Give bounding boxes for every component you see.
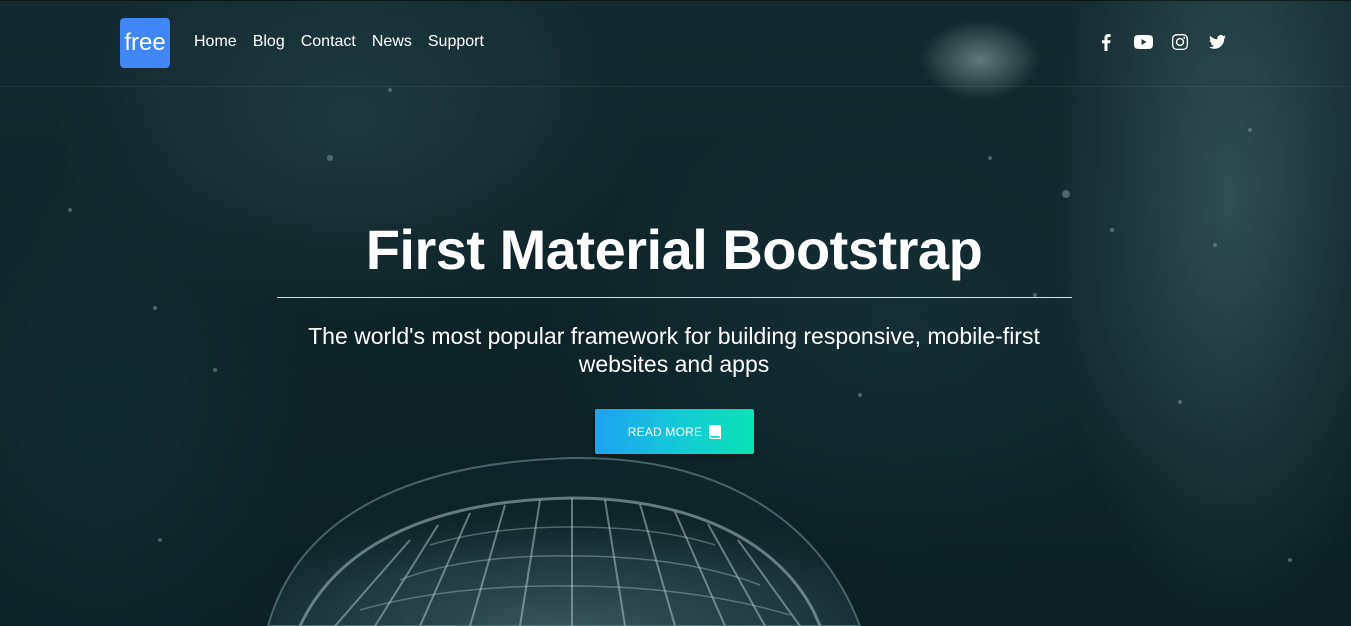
book-icon	[709, 424, 722, 439]
hero-divider	[277, 297, 1072, 298]
hero-title: First Material Bootstrap	[365, 218, 983, 281]
read-more-button[interactable]: READ MORE	[595, 409, 754, 454]
hero-subtitle: The world's most popular framework for b…	[308, 323, 1040, 377]
read-more-label: READ MORE	[627, 424, 703, 439]
landing-page: free Home Blog Contact News Support Firs…	[0, 0, 1351, 626]
hero-section: First Material Bootstrap The world's mos…	[0, 0, 1351, 626]
